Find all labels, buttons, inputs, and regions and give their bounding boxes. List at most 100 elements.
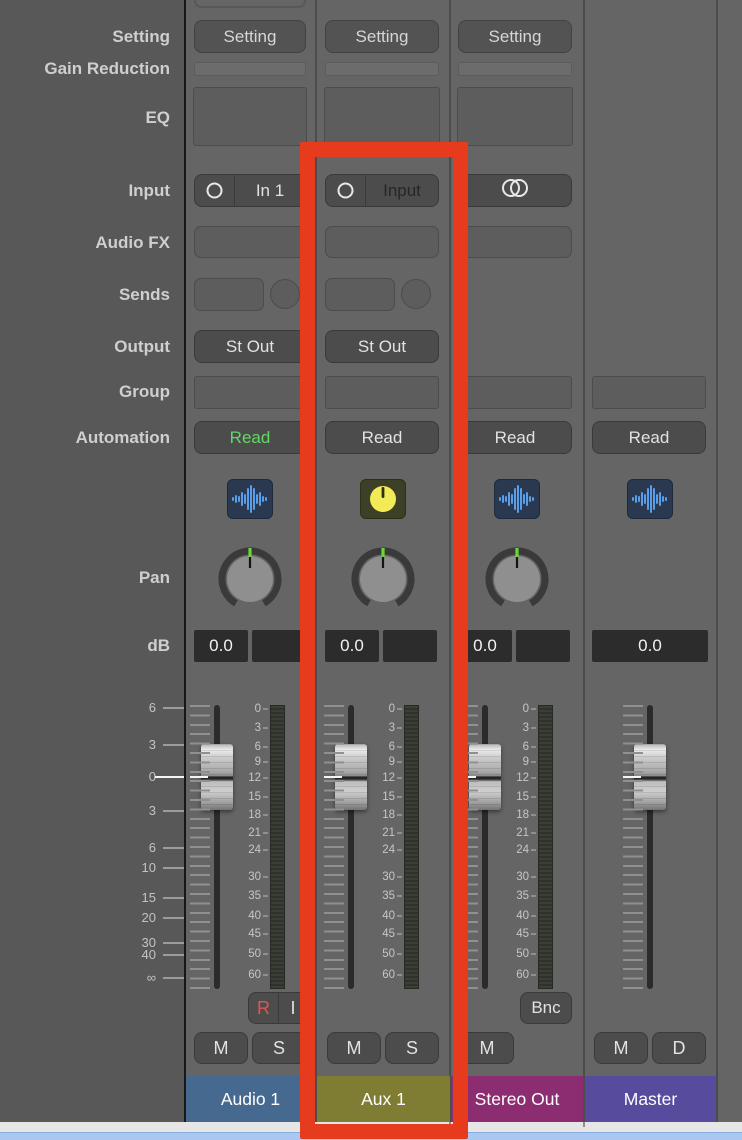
group-slot[interactable]: [592, 376, 706, 409]
meter-scale-label: 40: [493, 909, 529, 923]
fader-scale-tick: [163, 977, 184, 979]
meter-scale-tick: [531, 761, 536, 763]
eq-display[interactable]: [457, 87, 573, 146]
meter-scale-label: 6: [225, 740, 261, 754]
channel-setting-button[interactable]: Setting: [325, 20, 439, 53]
record-enable-button[interactable]: R: [248, 992, 279, 1024]
fader-zero-tick: [623, 776, 641, 778]
meter-scale-label: 6: [493, 740, 529, 754]
fader-scale-label: 6: [0, 840, 156, 856]
row-label: Setting: [0, 25, 170, 49]
meter-scale-tick: [531, 777, 536, 779]
meter-scale-label: 18: [493, 808, 529, 822]
eq-display[interactable]: [193, 87, 307, 146]
peak-level-display[interactable]: [252, 630, 306, 662]
meter-scale-label: 9: [225, 755, 261, 769]
fader-scale-tick: [163, 917, 184, 919]
row-label: Group: [0, 380, 170, 404]
fader-zero-tick: [155, 776, 184, 778]
channel-setting-button[interactable]: Setting: [458, 20, 572, 53]
fader-scale-tick: [163, 707, 184, 709]
meter-scale-label: 30: [493, 870, 529, 884]
meter-scale-tick: [531, 933, 536, 935]
audio-track-icon: [227, 479, 273, 519]
meter-scale-label: 60: [493, 968, 529, 982]
fader-scale-tick: [163, 744, 184, 746]
meter-scale-tick: [263, 777, 268, 779]
fader-scale-tick: [163, 847, 184, 849]
fader-scale-label: 40: [0, 947, 156, 963]
mono-format-icon[interactable]: [195, 175, 235, 206]
group-slot[interactable]: [458, 376, 572, 409]
meter-scale-tick: [263, 814, 268, 816]
meter-scale-tick: [263, 974, 268, 976]
meter-scale-tick: [263, 933, 268, 935]
solo-button[interactable]: S: [252, 1032, 306, 1064]
meter-scale-label: 15: [493, 790, 529, 804]
meter-scale-tick: [531, 708, 536, 710]
meter-scale-tick: [531, 953, 536, 955]
fader-scale-label: 3: [0, 803, 156, 819]
row-label: Pan: [0, 566, 170, 590]
footer-notch: [583, 1122, 585, 1127]
send-level-knob[interactable]: [270, 279, 300, 309]
meter-scale-tick: [531, 796, 536, 798]
meter-scale-label: 12: [493, 771, 529, 785]
level-meter: [538, 705, 553, 989]
meter-scale-label: 21: [225, 826, 261, 840]
row-label: Input: [0, 179, 170, 203]
automation-mode-button[interactable]: Read: [194, 421, 306, 454]
output-button[interactable]: St Out: [194, 330, 306, 363]
pan-knob[interactable]: [484, 546, 550, 617]
automation-mode-button[interactable]: Read: [592, 421, 706, 454]
meter-scale-tick: [263, 895, 268, 897]
input-button[interactable]: In 1: [194, 174, 306, 207]
meter-scale-tick: [263, 832, 268, 834]
meter-scale-label: 50: [493, 947, 529, 961]
meter-scale-label: 35: [225, 889, 261, 903]
label-column-divider: [184, 0, 186, 1122]
audio-fx-slot[interactable]: [194, 226, 306, 258]
send-slot[interactable]: [194, 278, 264, 311]
meter-scale-tick: [263, 915, 268, 917]
track-name-plate[interactable]: Audio 1: [186, 1076, 315, 1122]
fader-tick-column: [190, 705, 210, 989]
strip-divider: [716, 0, 718, 1122]
channel-setting-button[interactable]: Setting: [194, 20, 306, 53]
dim-button[interactable]: D: [652, 1032, 706, 1064]
row-label: dB: [0, 634, 170, 658]
meter-scale-tick: [531, 746, 536, 748]
track-name-plate[interactable]: Master: [585, 1076, 716, 1122]
mute-button[interactable]: M: [460, 1032, 514, 1064]
automation-mode-button[interactable]: Read: [458, 421, 572, 454]
fader-scale-tick: [163, 897, 184, 899]
bounce-button[interactable]: Bnc: [520, 992, 572, 1024]
meter-scale-label: 12: [225, 771, 261, 785]
mute-button[interactable]: M: [194, 1032, 248, 1064]
meter-scale-label: 50: [225, 947, 261, 961]
group-slot[interactable]: [194, 376, 306, 409]
track-name-plate[interactable]: Stereo Out: [451, 1076, 583, 1122]
fader-scale-label: 15: [0, 890, 156, 906]
fader-scale-tick: [163, 810, 184, 812]
stereo-format-button[interactable]: [458, 174, 572, 207]
volume-db-display[interactable]: 0.0: [194, 630, 248, 662]
meter-scale-label: 24: [493, 843, 529, 857]
fader-scale-tick: [163, 942, 184, 944]
gain-reduction-meter: [194, 62, 306, 76]
pan-knob[interactable]: [217, 546, 283, 617]
eq-display[interactable]: [324, 87, 440, 146]
row-label: Sends: [0, 283, 170, 307]
meter-scale-tick: [531, 814, 536, 816]
selection-highlight-rectangle: [300, 142, 468, 1139]
meter-scale-tick: [263, 876, 268, 878]
mute-button[interactable]: M: [594, 1032, 648, 1064]
meter-scale-label: 45: [225, 927, 261, 941]
meter-scale-tick: [263, 796, 268, 798]
peak-level-display[interactable]: [516, 630, 570, 662]
clipped-button-top: [194, 0, 306, 8]
audio-fx-slot[interactable]: [458, 226, 572, 258]
fader-scale-tick: [163, 954, 184, 956]
volume-db-display[interactable]: 0.0: [592, 630, 708, 662]
meter-scale-tick: [263, 761, 268, 763]
